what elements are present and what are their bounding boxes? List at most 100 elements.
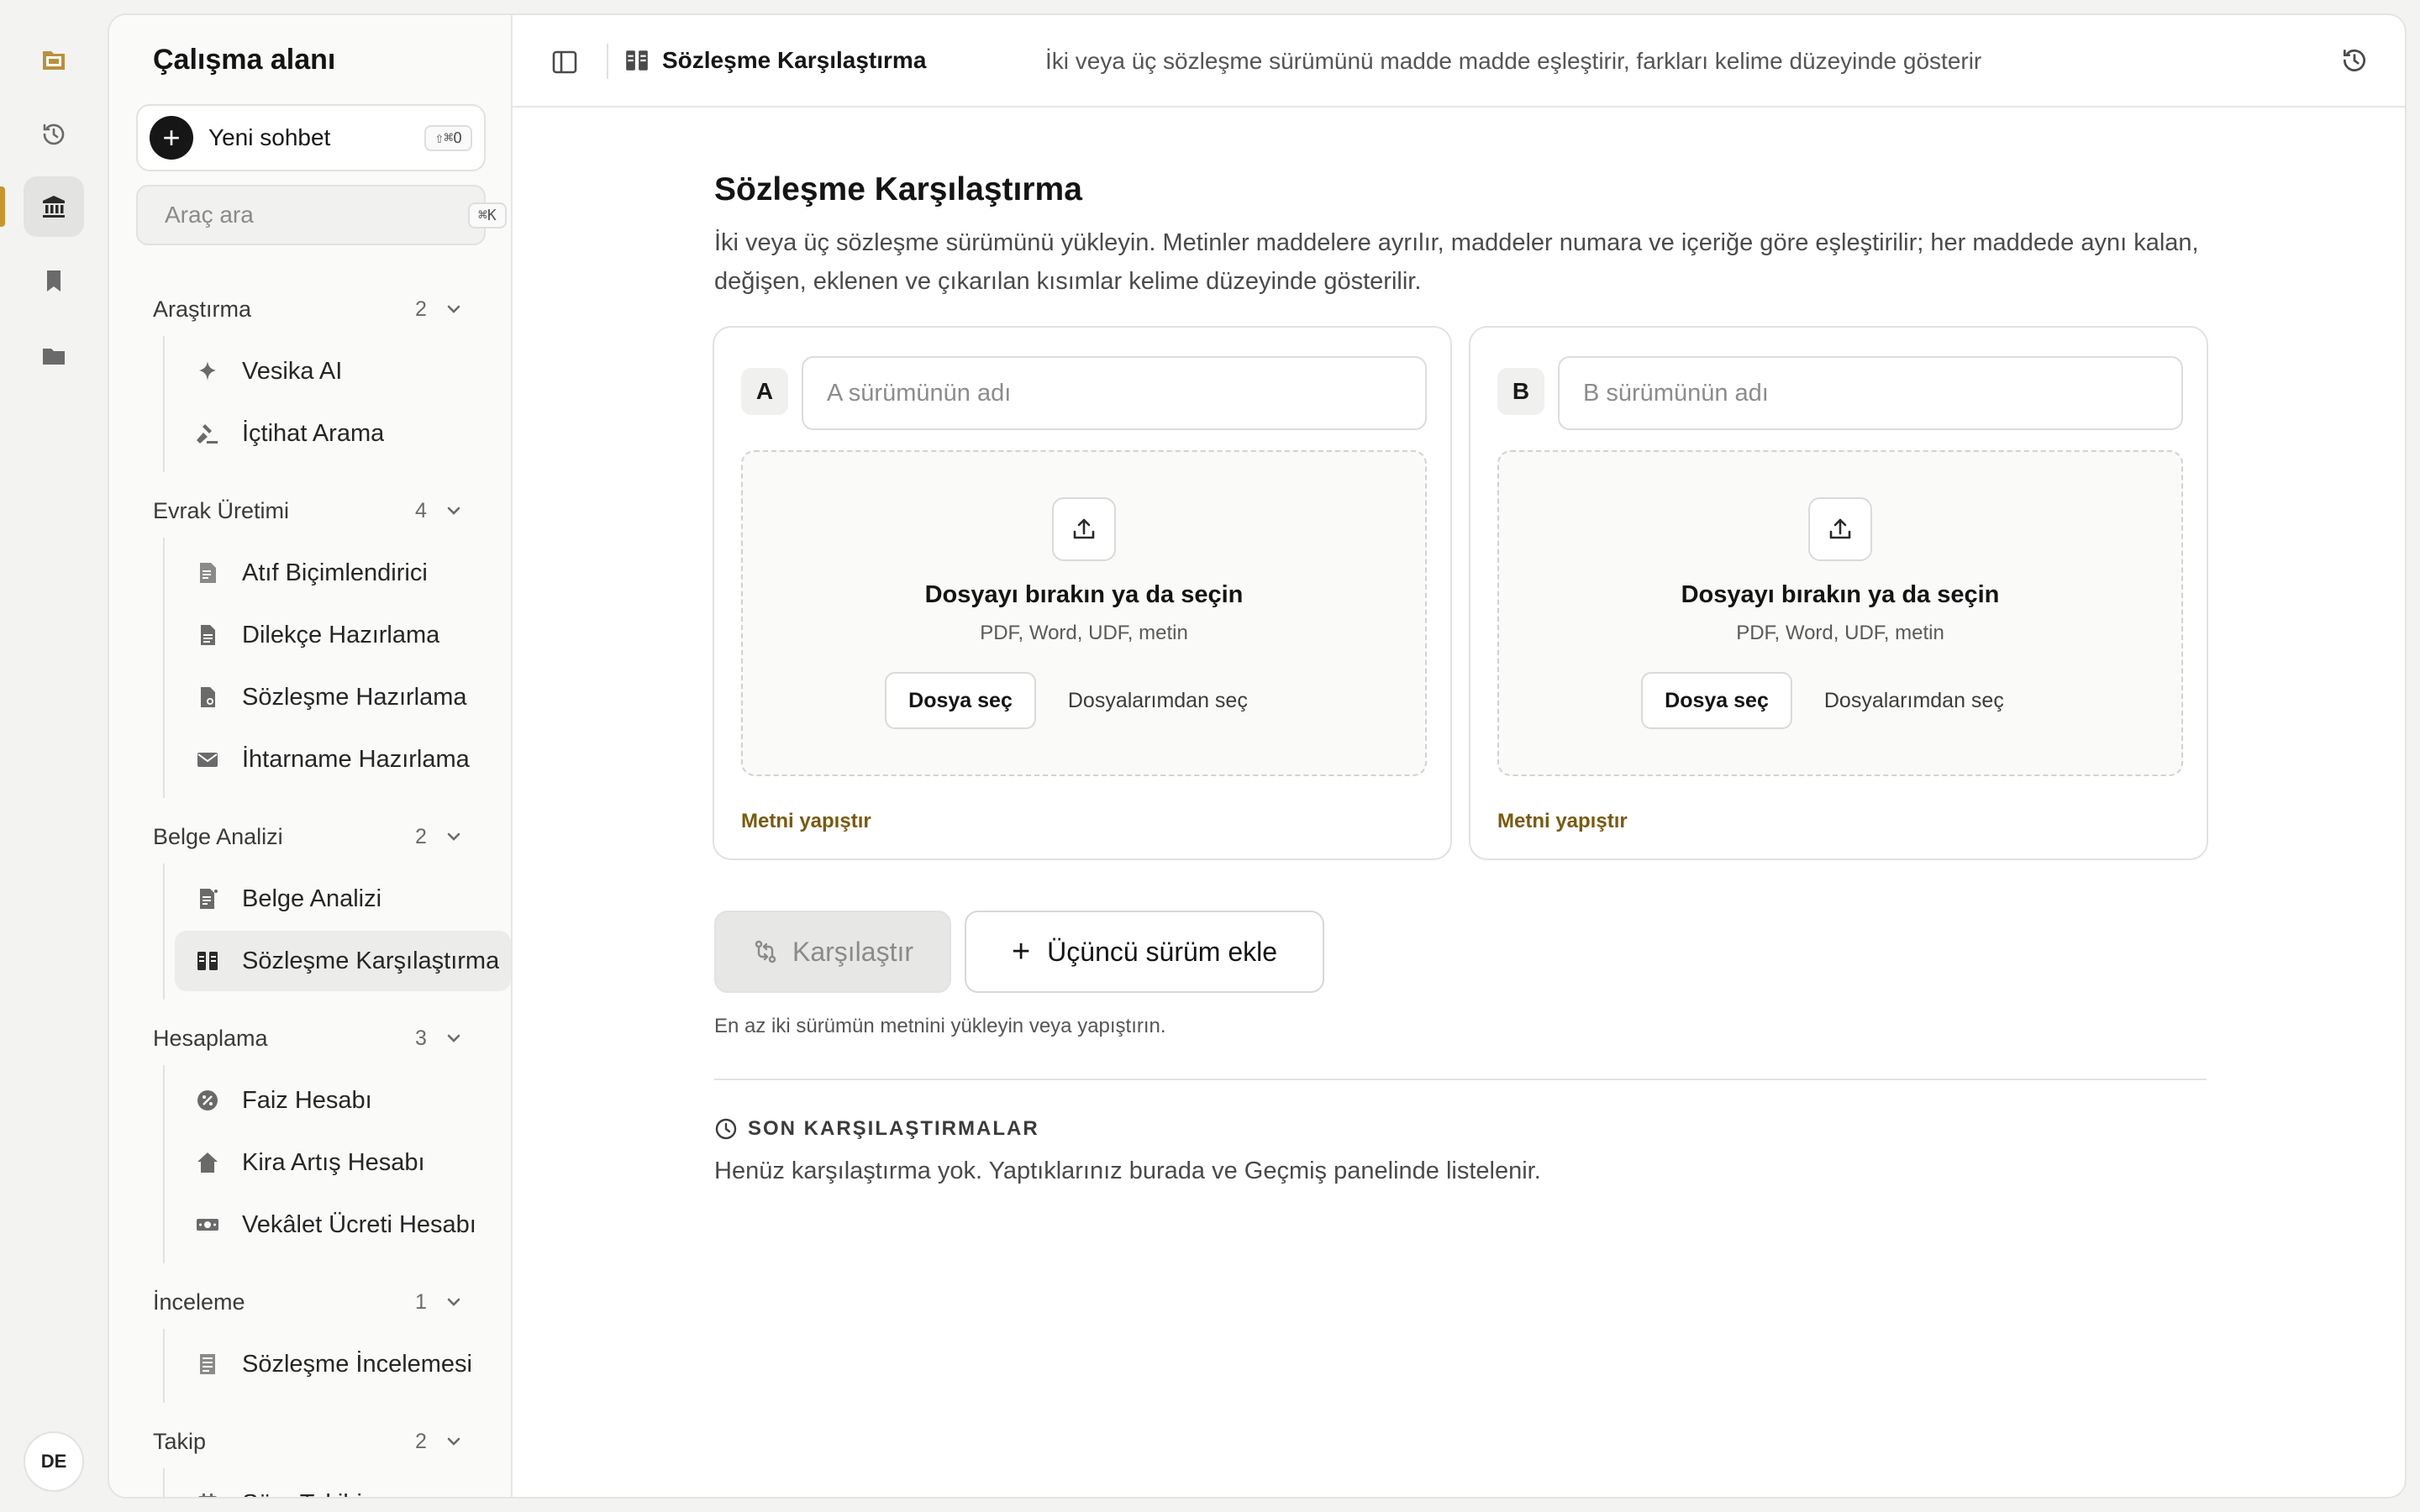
group-header-tracking[interactable]: Takip 2 bbox=[109, 1415, 511, 1468]
search-shortcut: ⌘K bbox=[468, 202, 507, 228]
group-calculation: Hesaplama 3 Faiz Hesabı Kira Artış Hesab… bbox=[109, 1011, 511, 1263]
recent-comparisons-header: SON KARŞILAŞTIRMALAR bbox=[714, 1117, 1039, 1141]
compare-button[interactable]: Karşılaştır bbox=[714, 911, 951, 993]
chevron-down-icon bbox=[447, 305, 460, 313]
tool-search[interactable]: ⌘K bbox=[136, 185, 507, 245]
add-third-version-label: Üçüncü sürüm ekle bbox=[1047, 936, 1278, 967]
avatar[interactable]: DE bbox=[24, 1431, 84, 1492]
sidebar-item-belge-analizi[interactable]: Belge Analizi bbox=[175, 869, 506, 929]
group-header-doc-production[interactable]: Evrak Üretimi 4 bbox=[109, 484, 511, 538]
dropzone-formats: PDF, Word, UDF, metin bbox=[1736, 622, 1944, 644]
choose-file-button[interactable]: Dosya seç bbox=[1641, 672, 1792, 729]
logo-icon[interactable] bbox=[24, 30, 84, 91]
sidebar-item-sozlesme-hazirlama[interactable]: Sözleşme Hazırlama bbox=[175, 667, 506, 727]
bank-icon[interactable] bbox=[24, 176, 84, 237]
sidebar-item-label: Kira Artış Hesabı bbox=[242, 1148, 425, 1176]
group-header-calculation[interactable]: Hesaplama 3 bbox=[109, 1011, 511, 1065]
choose-file-button[interactable]: Dosya seç bbox=[885, 672, 1036, 729]
sidebar-item-label: Vekâlet Ücreti Hesabı bbox=[242, 1210, 476, 1238]
divider bbox=[714, 1079, 2207, 1080]
history-icon[interactable] bbox=[2339, 45, 2370, 76]
active-marker bbox=[0, 186, 5, 227]
document-icon bbox=[201, 625, 215, 645]
group-doc-analysis: Belge Analizi 2 Belge Analizi Sözleşme K… bbox=[109, 810, 511, 1000]
sidebar-item-sozlesme-karsilastirma[interactable]: Sözleşme Karşılaştırma bbox=[175, 931, 511, 991]
sidebar-item-label: Sözleşme Hazırlama bbox=[242, 683, 467, 711]
group-name: Evrak Üretimi bbox=[153, 497, 290, 523]
paste-text-link[interactable]: Metni yapıştır bbox=[741, 810, 871, 833]
group-name: Belge Analizi bbox=[153, 823, 283, 849]
chevron-down-icon bbox=[447, 507, 460, 515]
group-name: Araştırma bbox=[153, 296, 252, 322]
sidebar-item-label: Süre Takibi bbox=[242, 1490, 362, 1498]
gavel-icon bbox=[197, 424, 218, 444]
sidebar-item-ictihat-arama[interactable]: İçtihat Arama bbox=[175, 403, 506, 464]
choose-from-files-button[interactable]: Dosyalarımdan seç bbox=[1824, 689, 2039, 713]
file-dropzone[interactable]: Dosyayı bırakın ya da seçin PDF, Word, U… bbox=[1497, 450, 2183, 776]
compare-columns-icon bbox=[197, 952, 218, 970]
sidebar-item-vekalet-ucreti-hesabi[interactable]: Vekâlet Ücreti Hesabı bbox=[175, 1194, 506, 1255]
choose-from-files-button[interactable]: Dosyalarımdan seç bbox=[1068, 689, 1283, 713]
group-tracking: Takip 2 Süre Takibi bbox=[109, 1415, 511, 1498]
compare-arrows-icon bbox=[755, 940, 776, 963]
percent-icon bbox=[197, 1090, 218, 1110]
tool-description: İki veya üç sözleşme sürümünü madde madd… bbox=[1045, 48, 1982, 74]
contract-doc-icon bbox=[201, 687, 215, 707]
calendar-icon bbox=[198, 1494, 217, 1497]
sidebar-item-sozlesme-incelemesi[interactable]: Sözleşme İncelemesi bbox=[175, 1334, 506, 1394]
new-chat-button[interactable]: + Yeni sohbet ⇧⌘O bbox=[136, 104, 486, 171]
upload-button[interactable] bbox=[1808, 497, 1872, 561]
new-chat-label: Yeni sohbet bbox=[208, 124, 331, 150]
sidebar-item-label: Faiz Hesabı bbox=[242, 1086, 372, 1114]
tool-nav: Araştırma 2 Vesika AI İçtihat Arama Evra… bbox=[109, 282, 511, 1498]
folder-icon[interactable] bbox=[24, 326, 84, 386]
sidebar-item-dilekce-hazirlama[interactable]: Dilekçe Hazırlama bbox=[175, 605, 506, 665]
group-research: Araştırma 2 Vesika AI İçtihat Arama bbox=[109, 282, 511, 472]
compare-label: Karşılaştır bbox=[792, 936, 914, 967]
group-header-review[interactable]: İnceleme 1 bbox=[109, 1275, 511, 1329]
upload-icon bbox=[1073, 518, 1095, 539]
sidebar-item-sure-takibi[interactable]: Süre Takibi bbox=[175, 1473, 506, 1498]
bookmark-icon[interactable] bbox=[24, 250, 84, 311]
dropzone-title: Dosyayı bırakın ya da seçin bbox=[1681, 581, 2000, 608]
helper-text: En az iki sürümün metnini yükleyin veya … bbox=[714, 1015, 1166, 1037]
group-name: Hesaplama bbox=[153, 1025, 268, 1051]
upload-icon bbox=[1829, 518, 1851, 539]
group-header-doc-analysis[interactable]: Belge Analizi 2 bbox=[109, 810, 511, 864]
sidebar: Çalışma alanı + Yeni sohbet ⇧⌘O ⌘K Araşt… bbox=[109, 15, 513, 1497]
page-description: İki veya üç sözleşme sürümünü yükleyin. … bbox=[714, 229, 2199, 295]
chevron-down-icon bbox=[447, 1437, 460, 1446]
review-doc-icon bbox=[200, 1354, 215, 1374]
version-letter: B bbox=[1497, 368, 1544, 415]
sidebar-item-faiz-hesabi[interactable]: Faiz Hesabı bbox=[175, 1070, 506, 1131]
version-card-b: B Dosyayı bırakın ya da seçin PDF, Word,… bbox=[1469, 326, 2208, 860]
sidebar-item-atif-bicimlendirici[interactable]: Atıf Biçimlendirici bbox=[175, 543, 506, 603]
sidebar-item-vesika-ai[interactable]: Vesika AI bbox=[175, 341, 506, 402]
group-name: İnceleme bbox=[153, 1289, 245, 1315]
sidebar-toggle-icon[interactable] bbox=[550, 47, 580, 77]
citation-doc-icon bbox=[200, 563, 216, 583]
page-title: Sözleşme Karşılaştırma bbox=[714, 171, 1082, 207]
group-review: İnceleme 1 Sözleşme İncelemesi bbox=[109, 1275, 511, 1403]
dropzone-title: Dosyayı bırakın ya da seçin bbox=[924, 581, 1244, 608]
paste-text-link[interactable]: Metni yapıştır bbox=[1497, 810, 1628, 833]
tool-title: Sözleşme Karşılaştırma bbox=[662, 47, 927, 73]
clock-icon bbox=[715, 1118, 737, 1140]
sidebar-item-label: İhtarname Hazırlama bbox=[242, 745, 470, 773]
actions-row: Karşılaştır + Üçüncü sürüm ekle bbox=[714, 911, 1324, 993]
banknote-icon bbox=[197, 1219, 218, 1231]
version-letter: A bbox=[741, 368, 788, 415]
upload-button[interactable] bbox=[1052, 497, 1116, 561]
sidebar-item-ihtarname-hazirlama[interactable]: İhtarname Hazırlama bbox=[175, 729, 506, 790]
version-name-input[interactable] bbox=[802, 356, 1427, 430]
group-count: 1 bbox=[415, 1289, 427, 1314]
sidebar-item-kira-artis-hesabi[interactable]: Kira Artış Hesabı bbox=[175, 1132, 506, 1193]
file-dropzone[interactable]: Dosyayı bırakın ya da seçin PDF, Word, U… bbox=[741, 450, 1427, 776]
group-header-research[interactable]: Araştırma 2 bbox=[109, 282, 511, 336]
tool-search-input[interactable] bbox=[165, 202, 468, 228]
version-name-input[interactable] bbox=[1558, 356, 2183, 430]
recent-empty-state: Henüz karşılaştırma yok. Yaptıklarınız b… bbox=[714, 1158, 1541, 1184]
add-third-version-button[interactable]: + Üçüncü sürüm ekle bbox=[965, 911, 1324, 993]
history-icon[interactable] bbox=[24, 104, 84, 165]
sidebar-item-label: Sözleşme Karşılaştırma bbox=[242, 947, 500, 974]
